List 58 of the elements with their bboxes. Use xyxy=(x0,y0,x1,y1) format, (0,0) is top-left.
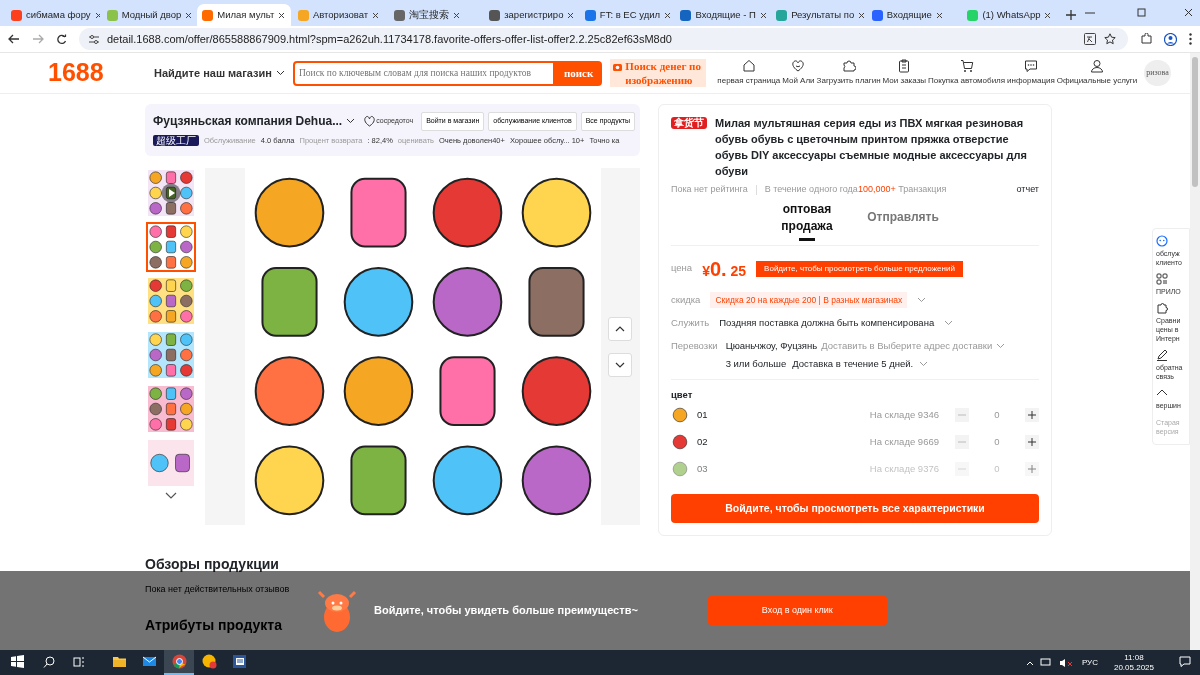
empty-reviews-text: Пока нет действительных отзывов xyxy=(145,583,290,597)
store-name[interactable]: Фуцзяньская компания Dehua... xyxy=(153,112,343,131)
browser-tab[interactable]: Модный двор xyxy=(101,4,196,26)
browser-tab[interactable]: Авторизоват xyxy=(292,4,387,26)
nav-link[interactable]: первая страница xyxy=(716,59,782,87)
variant-name: 01 xyxy=(697,408,708,423)
product-tab[interactable]: оптовая продажа xyxy=(775,200,839,241)
search-field[interactable]: Поиск по ключевым словам для поиска наших продуктов xyxy=(292,60,555,86)
price-label: цена xyxy=(671,261,693,276)
language-indicator[interactable]: РУС xyxy=(1081,656,1098,669)
login-offer-banner[interactable]: Войдите, чтобы просмотреть больше предложений xyxy=(756,260,963,277)
nav-link[interactable]: Загрузить плагин xyxy=(815,59,882,87)
clock[interactable]: 11:08 20.05.2025 xyxy=(1113,652,1154,673)
product-tab[interactable]: Отправлять xyxy=(863,209,943,232)
promo-badge: 拿货节 xyxy=(671,117,707,129)
sales-text: В течение одного года100,000+ Транзакция xyxy=(764,183,947,196)
login-button[interactable]: Войдите, чтобы просмотреть все характеристики xyxy=(671,494,1039,524)
section-heading: Атрибуты продукта xyxy=(145,615,282,635)
nav-link[interactable]: Мои заказы xyxy=(881,59,928,87)
one-click-login-button[interactable]: Вход в один клик xyxy=(707,596,887,625)
service-text: Поздняя поставка должна быть компенсирована xyxy=(719,316,935,331)
quantity-value: 0 xyxy=(993,408,1001,423)
browser-tab[interactable]: Входящие - П xyxy=(675,4,770,26)
delivery-time-text: Доставка в течение 5 дней. xyxy=(792,356,914,371)
rating-text: Пока нет рейтинга xyxy=(671,183,748,196)
browser-tab[interactable]: Результаты по xyxy=(771,4,865,26)
stock-text: На складе 9346 xyxy=(869,408,939,423)
store-search-dropdown[interactable]: Найдите наш магазин xyxy=(154,64,285,82)
discount-tag: Скидка 20 на каждые 200 | В разных магазинах xyxy=(710,291,908,309)
browser-tab[interactable]: зарегистриро xyxy=(484,4,578,26)
origin-text: Цюаньчжоу, Фуцзянь xyxy=(725,338,818,353)
nav-link[interactable]: информация xyxy=(1006,59,1056,87)
browser-tab[interactable]: сибмама фору xyxy=(6,4,100,26)
section-heading: Обзоры продукции xyxy=(145,555,279,575)
variant-name: 03 xyxy=(697,462,708,477)
user-avatar[interactable]: ризова xyxy=(1144,60,1171,86)
quantity-value: 0 xyxy=(993,435,1001,450)
factory-badge: 超级工厂 xyxy=(153,134,199,146)
browser-tab[interactable]: Входящие xyxy=(866,4,961,26)
nav-link[interactable]: Официальные услуги xyxy=(1055,59,1139,87)
report-link[interactable]: отчет xyxy=(1016,183,1039,197)
browser-tab[interactable]: 淘宝搜索 xyxy=(388,4,483,26)
stock-text: На складе 9669 xyxy=(869,435,939,450)
nav-link[interactable]: Мой Али xyxy=(781,59,816,87)
discount-label: скидка xyxy=(671,292,701,307)
variant-name: 02 xyxy=(697,435,708,450)
login-prompt-text: Войдите, чтобы увидеть больше преимуществ~ xyxy=(374,603,638,619)
product-title: Милая мультяшная серия еды из ПВХ мягкая резиновая обувь обувь с цветочным принтом пряжка отверстие обувь DIY аксессуары съемные модные аксессуары для обуви xyxy=(715,116,1028,179)
price-value: ¥0. 25 xyxy=(702,256,747,282)
browser-tab[interactable]: Милая мульт xyxy=(197,4,291,26)
nav-link[interactable]: Покупка автомобиля xyxy=(927,59,1007,87)
browser-tab[interactable]: FT: в ЕС удил xyxy=(579,4,674,26)
shipping-label: Перевозки xyxy=(671,338,718,353)
address-bar[interactable]: detail.1688.com/offer/865588867909.html?spm=a262uh.11734178.favorite-offers-offer-list-offer2.2.25c82ef63sM8d0 xyxy=(79,28,1128,50)
min-quantity-text: 3 или больше xyxy=(725,356,787,371)
color-label: цвет xyxy=(671,388,694,402)
service-label: Служить xyxy=(671,316,710,331)
browser-tab[interactable]: (1) WhatsApp xyxy=(962,4,1057,26)
